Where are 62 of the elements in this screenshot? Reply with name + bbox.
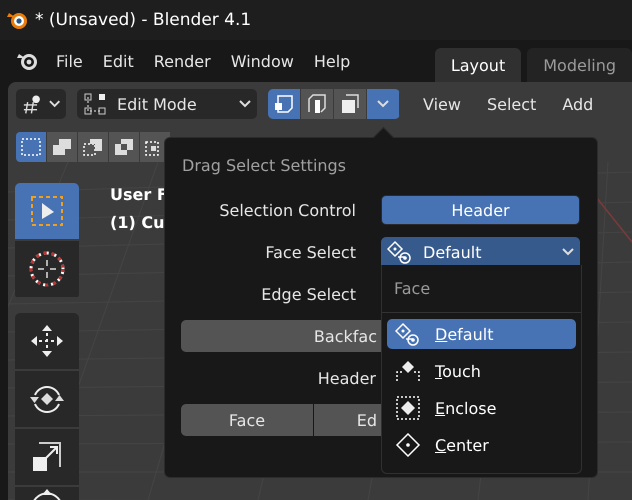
menu-item[interactable]: File xyxy=(46,48,93,74)
edit-mode-icon xyxy=(83,92,107,116)
field-label: Selection Control xyxy=(218,200,356,220)
mode-dropdown[interactable]: Edit Mode xyxy=(77,89,257,119)
select-mode-button[interactable] xyxy=(334,89,367,119)
tool-button[interactable] xyxy=(15,487,79,500)
select-settings-button[interactable] xyxy=(367,89,400,119)
face-select-default-icon xyxy=(395,322,421,346)
face-select-enclose-icon xyxy=(395,396,421,420)
menu-option[interactable]: Default xyxy=(387,319,576,349)
menu-item[interactable]: Add xyxy=(552,90,604,118)
viewport-editor-icon xyxy=(22,93,43,115)
section-label: Header xyxy=(316,368,376,388)
backface-button[interactable]: Backfac xyxy=(181,320,381,352)
selection-mode-button[interactable] xyxy=(78,132,109,162)
tool-button[interactable] xyxy=(15,241,79,299)
cursor-tool-icon xyxy=(27,249,67,289)
face-select-default-icon xyxy=(387,240,413,264)
face-select-touch-icon xyxy=(395,359,421,383)
menu-item[interactable]: Edit xyxy=(92,48,144,74)
face-select-center-icon xyxy=(395,433,421,457)
menu-option[interactable]: Touch xyxy=(387,356,576,386)
menu-option[interactable]: Enclose xyxy=(387,393,576,423)
window-title: * (Unsaved) - Blender 4.1 xyxy=(35,10,252,30)
menu-item[interactable]: View xyxy=(413,90,471,118)
box-select-new-icon xyxy=(20,136,42,158)
menu-item[interactable]: Render xyxy=(144,48,221,74)
popover-title: Drag Select Settings xyxy=(182,156,348,177)
toggle-button[interactable]: Face xyxy=(181,404,313,436)
menu-item[interactable]: Help xyxy=(304,48,360,74)
menu-heading: Face xyxy=(393,278,432,300)
workspace-tab[interactable]: Modeling xyxy=(527,48,632,82)
tool-button[interactable] xyxy=(15,429,79,487)
box-select-invert-icon xyxy=(113,136,135,158)
face-select-icon xyxy=(339,93,361,115)
box-select-extend-icon xyxy=(51,136,73,158)
select-mode-button[interactable] xyxy=(301,89,334,119)
editor-type-button[interactable] xyxy=(16,89,66,119)
chevron-down-icon xyxy=(239,100,251,108)
selection-control-button[interactable]: Header xyxy=(381,195,580,225)
menu-item[interactable]: Select xyxy=(476,90,546,118)
menu-item[interactable]: Window xyxy=(220,48,304,74)
tool-button[interactable] xyxy=(15,183,79,241)
chevron-down-icon xyxy=(562,248,574,256)
field-label: Face Select xyxy=(264,242,356,262)
vertex-select-icon xyxy=(273,93,295,115)
workspace-tab[interactable]: Layout xyxy=(434,48,522,82)
selection-mode-button[interactable] xyxy=(109,132,140,162)
face-select-dropdown[interactable]: Default xyxy=(381,237,580,267)
toggle-button[interactable]: Ed xyxy=(314,404,381,436)
selection-mode-button[interactable] xyxy=(47,132,78,162)
edge-select-icon xyxy=(306,93,328,115)
menu-option[interactable]: Center xyxy=(387,430,576,460)
selection-mode-button[interactable] xyxy=(16,132,47,162)
box-select-subtract-icon xyxy=(82,136,104,158)
chevron-down-icon xyxy=(48,100,60,108)
tool-button[interactable] xyxy=(15,313,79,371)
chevron-down-icon xyxy=(377,100,389,108)
viewport-info-text: (1) Cu xyxy=(110,213,166,232)
tool-button[interactable] xyxy=(15,371,79,429)
select-mode-button[interactable] xyxy=(268,89,301,119)
field-label: Edge Select xyxy=(260,284,356,304)
